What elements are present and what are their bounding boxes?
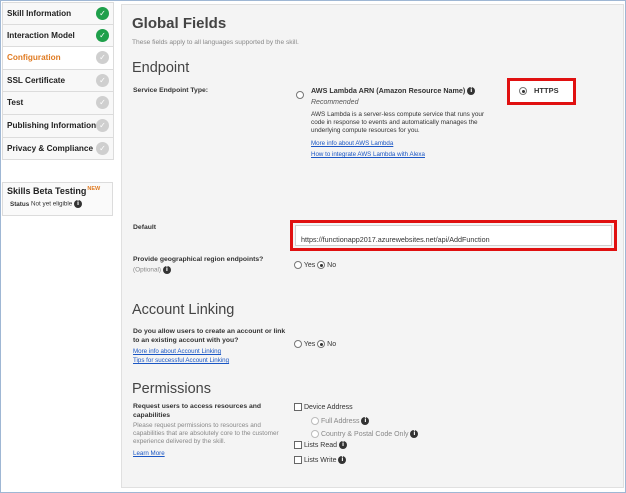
sidebar-item-label: Skill Information: [7, 9, 72, 18]
sidebar-item-label: Publishing Information: [7, 120, 97, 130]
recommended-label: Recommended: [311, 99, 359, 106]
account-linking-no-radio[interactable]: [317, 340, 326, 348]
geo-yes-radio[interactable]: [294, 261, 302, 269]
sidebar-item-label: Configuration: [7, 53, 61, 63]
https-radio[interactable]: [519, 87, 527, 95]
sidebar-item-label: Test: [7, 98, 24, 108]
geo-radio-group: Yes No: [294, 261, 336, 269]
account-linking-info-link[interactable]: More info about Account Linking: [133, 348, 221, 355]
full-address-option: Full Address i: [311, 417, 370, 425]
check-circle-icon: ✓: [96, 141, 109, 155]
geo-no-radio[interactable]: [317, 261, 326, 269]
endpoint-heading: Endpoint: [132, 60, 190, 76]
info-icon[interactable]: i: [338, 456, 347, 464]
global-fields-panel: Global Fields These fields apply to all …: [121, 4, 624, 488]
check-circle-icon: ✓: [96, 28, 109, 42]
sidebar-item-label: SSL Certificate: [7, 75, 66, 85]
check-circle-icon: ✓: [96, 96, 109, 110]
sidebar-item-privacy-compliance[interactable]: Privacy & Compliance ✓: [2, 137, 114, 161]
https-label: HTTPS: [534, 86, 559, 95]
check-circle-icon: ✓: [96, 118, 109, 132]
lists-read-option: Lists Read i: [294, 441, 347, 449]
lambda-info-link[interactable]: More info about AWS Lambda: [311, 140, 393, 147]
sidebar-item-ssl-certificate[interactable]: SSL Certificate ✓: [2, 69, 114, 93]
sidebar-item-label: Privacy & Compliance: [7, 143, 94, 153]
sidebar-item-configuration[interactable]: Configuration ✓: [2, 47, 114, 70]
geo-endpoints-label: Provide geographical region endpoints?: [133, 256, 264, 263]
account-linking-yes-radio[interactable]: [294, 340, 302, 348]
info-icon[interactable]: i: [467, 87, 476, 96]
https-highlight: HTTPS: [507, 78, 576, 105]
new-badge: NEW: [87, 186, 101, 192]
sidebar-item-test[interactable]: Test ✓: [2, 92, 114, 115]
sidebar-item-interaction-model[interactable]: Interaction Model ✓: [2, 24, 114, 48]
lambda-description: AWS Lambda is a server-less compute serv…: [311, 111, 485, 134]
lists-read-checkbox[interactable]: [294, 441, 302, 449]
sidebar-item-publishing-information[interactable]: Publishing Information ✓: [2, 114, 114, 138]
sidebar-item-skill-information[interactable]: Skill Information ✓: [2, 2, 114, 25]
permissions-learn-more-link[interactable]: Learn More: [133, 450, 165, 457]
info-icon[interactable]: i: [338, 441, 347, 449]
info-icon[interactable]: i: [162, 266, 171, 274]
full-address-radio[interactable]: [311, 417, 319, 425]
account-linking-heading: Account Linking: [132, 302, 235, 318]
default-label: Default: [133, 224, 157, 231]
lists-write-option: Lists Write i: [294, 456, 347, 464]
country-postal-radio[interactable]: [311, 430, 319, 438]
service-endpoint-type-label: Service Endpoint Type:: [133, 87, 209, 94]
default-url-highlight: [290, 220, 617, 251]
lambda-option: AWS Lambda ARN (Amazon Resource Name) i: [311, 86, 476, 96]
permissions-description: Please request permissions to resources …: [133, 422, 279, 445]
geo-optional: (Optional) i: [133, 266, 171, 275]
info-icon[interactable]: i: [361, 417, 370, 425]
account-linking-radio-group: Yes No: [294, 340, 336, 348]
account-linking-question: Do you allow users to create an account …: [133, 328, 286, 344]
check-circle-icon: ✓: [96, 51, 109, 65]
account-linking-tips-link[interactable]: Tips for successful Account Linking: [133, 357, 229, 364]
default-endpoint-input[interactable]: [295, 225, 612, 246]
check-circle-icon: ✓: [96, 73, 109, 87]
beta-status: Status Not yet eligible i: [7, 200, 112, 208]
sidebar-item-label: Interaction Model: [7, 30, 75, 40]
check-circle-icon: ✓: [96, 7, 109, 20]
beta-testing-panel: Skills Beta TestingNEW Status Not yet el…: [2, 182, 113, 216]
sidebar: Skill Information ✓ Interaction Model ✓ Co…: [2, 2, 114, 161]
info-icon[interactable]: i: [410, 430, 419, 438]
page-subtitle: These fields apply to all languages supp…: [132, 39, 299, 46]
beta-title: Skills Beta TestingNEW: [7, 186, 101, 196]
country-postal-option: Country & Postal Code Only i: [311, 430, 419, 438]
lambda-integrate-link[interactable]: How to integrate AWS Lambda with Alexa: [311, 151, 425, 158]
permissions-label: Request users to access resources and ca…: [133, 403, 262, 419]
device-address-checkbox[interactable]: [294, 403, 302, 411]
info-icon[interactable]: i: [74, 200, 83, 208]
page-title: Global Fields: [132, 15, 227, 32]
lists-write-checkbox[interactable]: [294, 456, 302, 464]
device-address-option: Device Address: [294, 403, 353, 411]
permissions-heading: Permissions: [132, 381, 211, 397]
lambda-radio[interactable]: [296, 90, 304, 99]
